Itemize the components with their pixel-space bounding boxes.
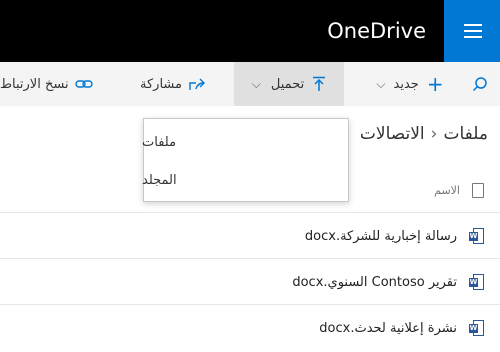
top-header: OneDrive <box>0 0 500 62</box>
file-name[interactable]: نشرة إعلانية لحدث.docx <box>319 321 457 336</box>
share-label: مشاركة <box>140 76 182 92</box>
search-button[interactable] <box>472 62 500 106</box>
hamburger-line-icon <box>464 30 482 32</box>
file-row[interactable]: W رسالة إخبارية للشركة.docx <box>0 212 500 258</box>
app-title[interactable]: OneDrive <box>327 18 426 44</box>
word-document-icon: W <box>469 227 484 245</box>
command-bar: + جديد ⌵ تحميل ⌵ مشاركة نسخ الارتباط <box>0 62 500 106</box>
hamburger-menu-button[interactable] <box>444 0 500 62</box>
hamburger-line-icon <box>464 36 482 38</box>
chevron-down-icon: ⌵ <box>251 76 261 91</box>
copy-link-button[interactable]: نسخ الارتباط <box>0 62 112 106</box>
file-type-icon <box>472 182 484 198</box>
file-row[interactable]: W تقرير Contoso السنوي.docx <box>0 258 500 304</box>
chevron-down-icon: ⌵ <box>376 76 386 91</box>
file-row[interactable]: W نشرة إعلانية لحدث.docx <box>0 304 500 350</box>
breadcrumb-current: الاتصالات <box>359 124 425 144</box>
search-icon <box>472 77 487 92</box>
link-icon <box>74 80 93 88</box>
share-icon <box>189 78 205 90</box>
upload-label: تحميل <box>270 76 305 92</box>
column-header: الاسم <box>434 180 484 200</box>
hamburger-line-icon <box>464 24 482 26</box>
upload-arrow-icon <box>313 76 326 91</box>
upload-dropdown-menu: ملفات المجلد <box>142 118 349 202</box>
breadcrumb: ملفات‹الاتصالات <box>360 124 488 144</box>
copy-link-label: نسخ الارتباط <box>0 76 69 92</box>
share-button[interactable]: مشاركة <box>126 62 220 106</box>
file-name[interactable]: تقرير Contoso السنوي.docx <box>292 275 457 290</box>
new-button[interactable]: + جديد ⌵ <box>360 62 460 106</box>
chevron-left-icon: ‹ <box>430 124 438 144</box>
plus-icon: + <box>426 72 444 96</box>
word-document-icon: W <box>469 273 484 291</box>
file-name[interactable]: رسالة إخبارية للشركة.docx <box>305 229 457 244</box>
new-label: جديد <box>393 76 419 92</box>
upload-button[interactable]: تحميل ⌵ <box>234 62 344 106</box>
breadcrumb-root[interactable]: ملفات <box>443 124 488 144</box>
menu-item-upload-files[interactable]: ملفات <box>142 123 348 161</box>
menu-item-upload-folder[interactable]: المجلد <box>142 161 348 199</box>
column-name-header[interactable]: الاسم <box>434 184 460 197</box>
word-document-icon: W <box>469 319 484 337</box>
